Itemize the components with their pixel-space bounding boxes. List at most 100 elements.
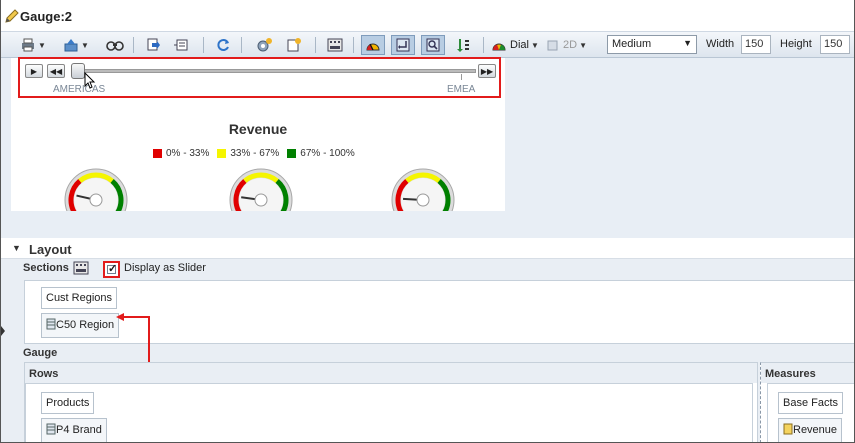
settings-doc-icon [287, 38, 301, 52]
chart-title: Revenue [228, 121, 288, 137]
chevron-down-icon: ▼ [683, 38, 692, 48]
slider-end-label: EMEA [447, 84, 476, 95]
cube-icon [547, 40, 558, 51]
rows-header: Rows [25, 363, 757, 383]
preview-button[interactable] [105, 35, 125, 55]
base-facts-header[interactable]: Base Facts [778, 392, 844, 414]
rows-drop-zone[interactable]: Products P4 Brand [25, 383, 753, 442]
display-as-slider-label: Display as Slider [124, 262, 206, 274]
export-icon [64, 39, 78, 52]
step-back-button[interactable]: ◀◀ [47, 64, 65, 78]
refresh-button[interactable] [213, 35, 233, 55]
width-label: Width [706, 38, 735, 50]
sections-row: Sections ✓ Display as Slider [1, 259, 854, 279]
toolbar-separator [315, 37, 316, 53]
gauge-hub [254, 193, 268, 207]
gauge-type-label: Dial [510, 39, 529, 51]
print-button[interactable]: ▼ [19, 35, 47, 55]
cust-regions-header[interactable]: Cust Regions [41, 287, 118, 309]
width-input[interactable]: 150 [741, 35, 771, 54]
gauge-type-dropdown[interactable]: Dial ▼ [491, 35, 541, 55]
measures-label: Measures [765, 368, 816, 380]
sort-button[interactable] [453, 35, 473, 55]
step-forward-button[interactable]: ▶▶ [478, 64, 496, 78]
slider-tick [461, 74, 462, 80]
slider-track[interactable] [71, 69, 476, 73]
toolbar-separator [241, 37, 242, 53]
column-icon [46, 318, 56, 333]
fast-forward-icon: ▶▶ [480, 66, 494, 76]
dimension-dropdown[interactable]: 2D ▼ [547, 35, 591, 55]
gauge-hub [416, 193, 430, 207]
gear-icon [257, 38, 272, 52]
size-select-value: Medium [612, 38, 652, 50]
gauge-view-toggle[interactable] [361, 35, 385, 55]
gauge-dial [391, 168, 455, 211]
c50-region-column[interactable]: C50 Region [41, 313, 120, 338]
height-label: Height [780, 38, 812, 50]
legend-item: 33% - 67% [217, 148, 279, 159]
gauge-editor-window: Gauge:2 ▼ ▼ Dial ▼ 2D ▼ Medium ▼ Width 1… [0, 0, 855, 443]
slider-thumb[interactable] [71, 63, 85, 79]
window-title: Gauge:2 [20, 9, 73, 24]
dial-icon [492, 43, 506, 51]
measures-panel: Measures Base Facts Revenue [760, 362, 854, 442]
legend-label: 33% - 67% [230, 148, 280, 159]
gauge-hub [89, 193, 103, 207]
display-as-slider-checkbox[interactable]: ✓ [103, 261, 120, 278]
insert-view-button[interactable] [143, 35, 163, 55]
height-input[interactable]: 150 [820, 35, 850, 54]
toolbar-separator [483, 37, 484, 53]
layout-toggle[interactable] [391, 35, 415, 55]
properties-icon [174, 39, 188, 51]
legend-item: 67% - 100% [287, 148, 355, 159]
pencil-icon [3, 7, 21, 25]
toolbar: ▼ ▼ Dial ▼ 2D ▼ Medium ▼ Width 150 Heigh… [1, 32, 854, 58]
edit-properties-button[interactable] [283, 35, 305, 55]
revenue-measure-label: Revenue [793, 424, 838, 436]
rewind-icon: ◀◀ [49, 66, 63, 76]
play-button[interactable]: ▶ [25, 64, 43, 78]
layout-header[interactable]: ▼ Layout [1, 240, 854, 259]
magnifier-icon [426, 38, 440, 52]
legend-label: 67% - 100% [300, 148, 355, 159]
legend-swatch [217, 148, 227, 158]
sections-label: Sections [23, 262, 69, 274]
legend-swatch [153, 148, 162, 158]
layout-title: Layout [29, 242, 72, 257]
toolbar-separator [353, 37, 354, 53]
rows-label: Rows [29, 368, 59, 380]
chart-legend: 0% - 33% 33% - 67% 67% - 100% [153, 148, 355, 159]
export-button[interactable]: ▼ [61, 35, 91, 55]
measures-drop-zone[interactable]: Base Facts Revenue [767, 383, 854, 442]
p4-brand-column[interactable]: P4 Brand [41, 418, 107, 442]
section-slider: ▶ ◀◀ ▶▶ AMERICAS EMEA [18, 57, 501, 98]
properties-button[interactable] [171, 35, 193, 55]
sort-icon [457, 39, 469, 52]
products-header[interactable]: Products [41, 392, 95, 414]
gauge-dial [64, 168, 128, 211]
size-select[interactable]: Medium ▼ [607, 35, 697, 54]
c50-region-label: C50 Region [56, 319, 115, 331]
rows-panel: Rows Products P4 Brand [24, 362, 758, 442]
gauge-section-label: Gauge [23, 347, 58, 359]
legend-label: 0% - 33% [166, 148, 210, 159]
return-arrow-icon [396, 38, 410, 52]
calculator-icon [327, 38, 343, 52]
calculator-button[interactable] [325, 35, 345, 55]
mouse-pointer-icon [84, 72, 96, 89]
revenue-measure[interactable]: Revenue [778, 418, 843, 442]
slider-start-label: AMERICAS [53, 84, 106, 95]
collapse-icon[interactable]: ▼ [12, 243, 21, 253]
measure-icon [783, 423, 793, 438]
legend-swatch [287, 148, 297, 158]
format-button[interactable] [253, 35, 275, 55]
toolbar-separator [133, 37, 134, 53]
title-bar: Gauge:2 [1, 0, 854, 32]
dimension-label: 2D [563, 39, 578, 51]
column-icon [46, 423, 56, 438]
sections-options-icon[interactable] [73, 261, 89, 278]
measures-header: Measures [761, 363, 854, 383]
document-arrow-icon [147, 38, 160, 51]
zoom-toggle[interactable] [421, 35, 445, 55]
